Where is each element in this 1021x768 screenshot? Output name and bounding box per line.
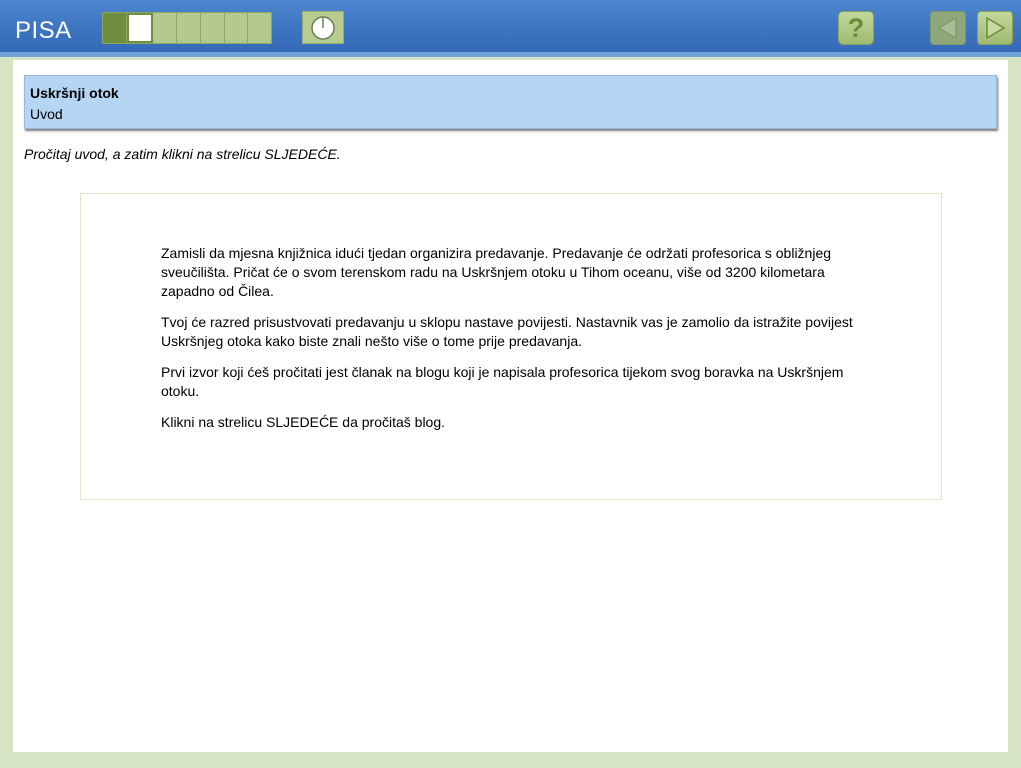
main-content: Uskršnji otok Uvod Pročitaj uvod, a zati… — [13, 60, 1008, 752]
passage-paragraph: Tvoj će razred prisustvovati predavanju … — [161, 314, 853, 349]
unit-subtitle: Uvod — [30, 106, 63, 122]
passage-paragraph: Zamisli da mjesna knjižnica idući tjedan… — [161, 245, 832, 299]
progress-segment — [200, 13, 225, 43]
clock-icon — [311, 15, 335, 40]
progress-segment — [177, 13, 201, 43]
passage-text: Zamisli da mjesna knjižnica idući tjedan… — [161, 244, 861, 444]
progress-segment-current — [126, 13, 154, 43]
progress-segment — [153, 13, 178, 43]
pisa-logo: PISA — [15, 17, 72, 44]
unit-title: Uskršnji otok — [30, 85, 119, 101]
instruction-text: Pročitaj uvod, a zatim klikni na strelic… — [24, 146, 341, 162]
unit-header: Uskršnji otok Uvod — [24, 75, 997, 129]
progress-segment — [103, 13, 127, 43]
passage-panel: Zamisli da mjesna knjižnica idući tjedan… — [80, 193, 942, 500]
passage-paragraph: Klikni na strelicu SLJEDEĆE da pročitaš … — [161, 414, 446, 430]
progress-segment — [248, 13, 272, 43]
arrow-left-icon — [938, 17, 957, 39]
top-bar: PISA ? — [0, 0, 1021, 52]
timer-button[interactable] — [302, 11, 344, 44]
previous-button[interactable] — [930, 11, 966, 45]
arrow-right-icon — [986, 16, 1006, 40]
help-button[interactable]: ? — [838, 11, 874, 45]
next-button[interactable] — [977, 11, 1013, 45]
passage-paragraph: Prvi izvor koji ćeš pročitati jest člana… — [161, 364, 844, 399]
progress-segment — [224, 13, 249, 43]
progress-bar — [102, 12, 272, 44]
